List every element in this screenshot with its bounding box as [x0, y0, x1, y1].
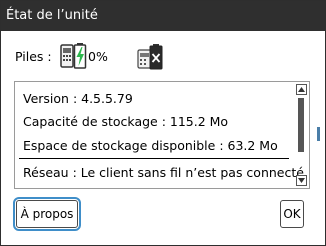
scroll-down-arrow-icon[interactable] — [296, 175, 307, 186]
device-info-panel[interactable]: Version : 4.5.5.79 Capacité de stockage … — [14, 81, 310, 189]
ok-button[interactable]: OK — [280, 200, 304, 228]
scroll-thumb[interactable] — [298, 98, 304, 152]
scroll-up-arrow-icon[interactable] — [296, 84, 307, 95]
dialog-title: État de l’unité — [6, 8, 98, 23]
battery-remove-icon — [137, 44, 163, 70]
storage-capacity-text: Capacité de stockage : 115.2 Mo — [23, 114, 229, 129]
battery-percent: 0% — [88, 49, 108, 64]
version-text: Version : 4.5.5.79 — [23, 91, 133, 106]
free-storage-text: Espace de stockage disponible : 63.2 Mo — [23, 138, 278, 153]
title-bar: État de l’unité — [1, 1, 325, 31]
battery-label: Piles : — [15, 49, 52, 64]
divider — [19, 158, 289, 159]
battery-charging-icon — [60, 43, 87, 69]
vertical-scrollbar[interactable] — [296, 84, 307, 186]
about-button[interactable]: À propos — [13, 197, 81, 231]
network-status-text: Réseau : Le client sans fil n’est pas co… — [23, 165, 308, 180]
edge-indicator — [317, 127, 320, 141]
device-status-dialog: État de l’unité Piles : 0% Version: 4.5… — [0, 0, 326, 246]
